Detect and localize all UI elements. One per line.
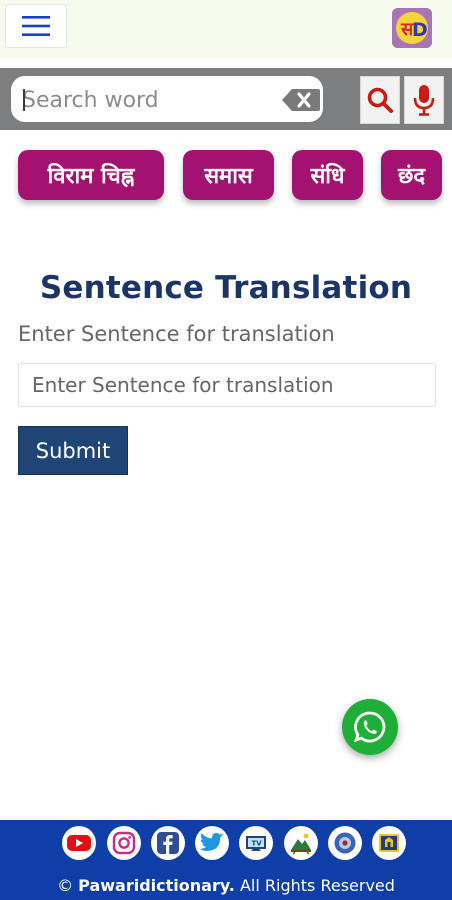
microphone-icon	[413, 85, 435, 116]
whatsapp-button[interactable]	[342, 699, 398, 755]
chip-sandhi[interactable]: संधि	[292, 150, 363, 200]
sentence-field-label: Enter Sentence for translation	[18, 322, 335, 346]
app-logo-icon[interactable]: स D	[392, 8, 432, 48]
search-bar	[0, 68, 452, 130]
footer: TV © Pawaridictionary. All Rights Reserv…	[0, 820, 452, 900]
top-header: स D	[0, 0, 452, 58]
sentence-input[interactable]	[18, 363, 436, 407]
chip-samas[interactable]: समास	[183, 150, 274, 200]
search-button[interactable]	[360, 76, 400, 124]
facebook-icon[interactable]	[151, 826, 185, 860]
instagram-icon[interactable]	[107, 826, 141, 860]
category-chips: विराम चिह्न समास संधि छंद	[0, 150, 452, 202]
chip-viram-chinh[interactable]: विराम चिह्न	[18, 150, 164, 200]
search-input[interactable]	[22, 77, 270, 123]
search-box	[11, 76, 323, 123]
footer-rights: All Rights Reserved	[239, 876, 395, 895]
svg-text:TV: TV	[252, 840, 263, 848]
svg-text:D: D	[412, 19, 428, 41]
twitter-icon[interactable]	[195, 826, 229, 860]
youtube-icon[interactable]	[62, 826, 96, 860]
copyright-text: © Pawaridictionary. All Rights Reserved	[0, 876, 452, 895]
chip-chhand[interactable]: छंद	[381, 150, 442, 200]
app-icon-2[interactable]	[284, 826, 318, 860]
search-icon	[367, 87, 393, 113]
voice-search-button[interactable]	[404, 76, 444, 124]
footer-brand[interactable]: Pawaridictionary.	[78, 876, 235, 895]
text-caret	[23, 89, 25, 111]
backspace-clear-icon[interactable]	[282, 89, 320, 111]
app-icon-1[interactable]: TV	[239, 826, 273, 860]
submit-button[interactable]: Submit	[18, 426, 128, 475]
app-icon-4[interactable]	[372, 826, 406, 860]
app-icon-3[interactable]	[328, 826, 362, 860]
page-title: Sentence Translation	[39, 270, 413, 306]
copyright-symbol: ©	[57, 876, 74, 895]
whatsapp-icon	[353, 711, 386, 743]
hamburger-menu-icon[interactable]	[5, 4, 67, 48]
